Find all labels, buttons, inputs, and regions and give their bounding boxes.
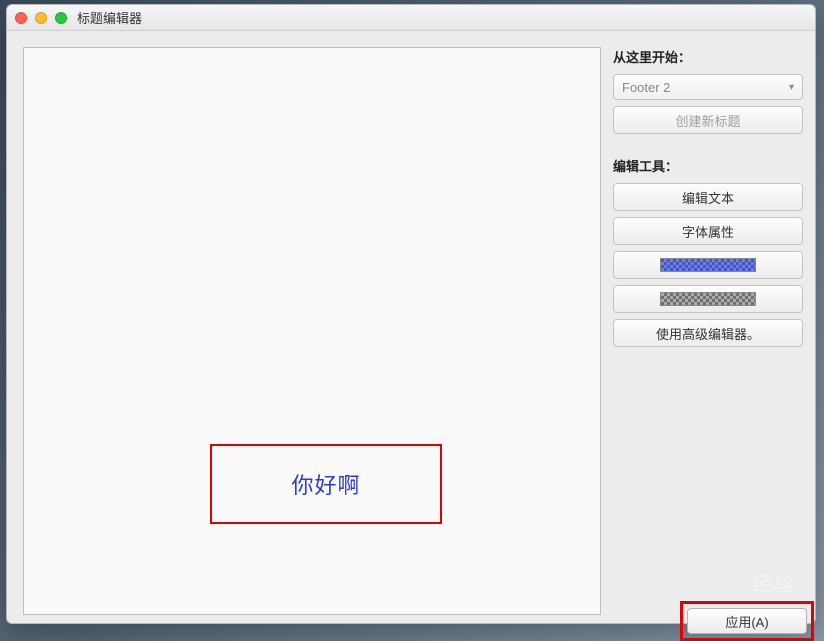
- color-swatch-foreground: [660, 258, 756, 272]
- advanced-editor-button[interactable]: 使用高级编辑器。: [613, 319, 803, 347]
- annotation-box-apply: 应用(A): [680, 601, 814, 641]
- sample-text[interactable]: 你好啊: [291, 468, 360, 500]
- footer-bar: 应用(A): [6, 601, 824, 641]
- window-title: 标题编辑器: [77, 8, 142, 27]
- titlebar: 标题编辑器: [7, 5, 815, 31]
- minimize-window-button[interactable]: [35, 12, 47, 24]
- select-value: Footer 2: [622, 80, 670, 95]
- edit-tools-label: 编辑工具：: [613, 156, 803, 175]
- edit-text-button[interactable]: 编辑文本: [613, 183, 803, 211]
- start-here-label: 从这里开始：: [613, 47, 803, 66]
- content-area: 你好啊 从这里开始： Footer 2 ▾ 创建新标题 编辑工具： 编辑文本 字…: [7, 31, 815, 623]
- foreground-color-button[interactable]: [613, 251, 803, 279]
- title-editor-window: 标题编辑器 你好啊 从这里开始： Footer 2 ▾ 创建新标题 编辑工具： …: [6, 4, 816, 624]
- annotation-box: 你好啊: [210, 444, 442, 524]
- font-properties-button[interactable]: 字体属性: [613, 217, 803, 245]
- create-new-title-button[interactable]: 创建新标题: [613, 106, 803, 134]
- title-template-select[interactable]: Footer 2 ▾: [613, 74, 803, 100]
- color-swatch-background: [660, 292, 756, 306]
- apply-button[interactable]: 应用(A): [687, 608, 807, 634]
- editor-canvas[interactable]: 你好啊: [23, 47, 601, 615]
- window-controls: [15, 12, 67, 24]
- side-panel: 从这里开始： Footer 2 ▾ 创建新标题 编辑工具： 编辑文本 字体属性: [613, 47, 803, 615]
- chevron-down-icon: ▾: [789, 82, 794, 93]
- zoom-window-button[interactable]: [55, 12, 67, 24]
- close-window-button[interactable]: [15, 12, 27, 24]
- background-color-button[interactable]: [613, 285, 803, 313]
